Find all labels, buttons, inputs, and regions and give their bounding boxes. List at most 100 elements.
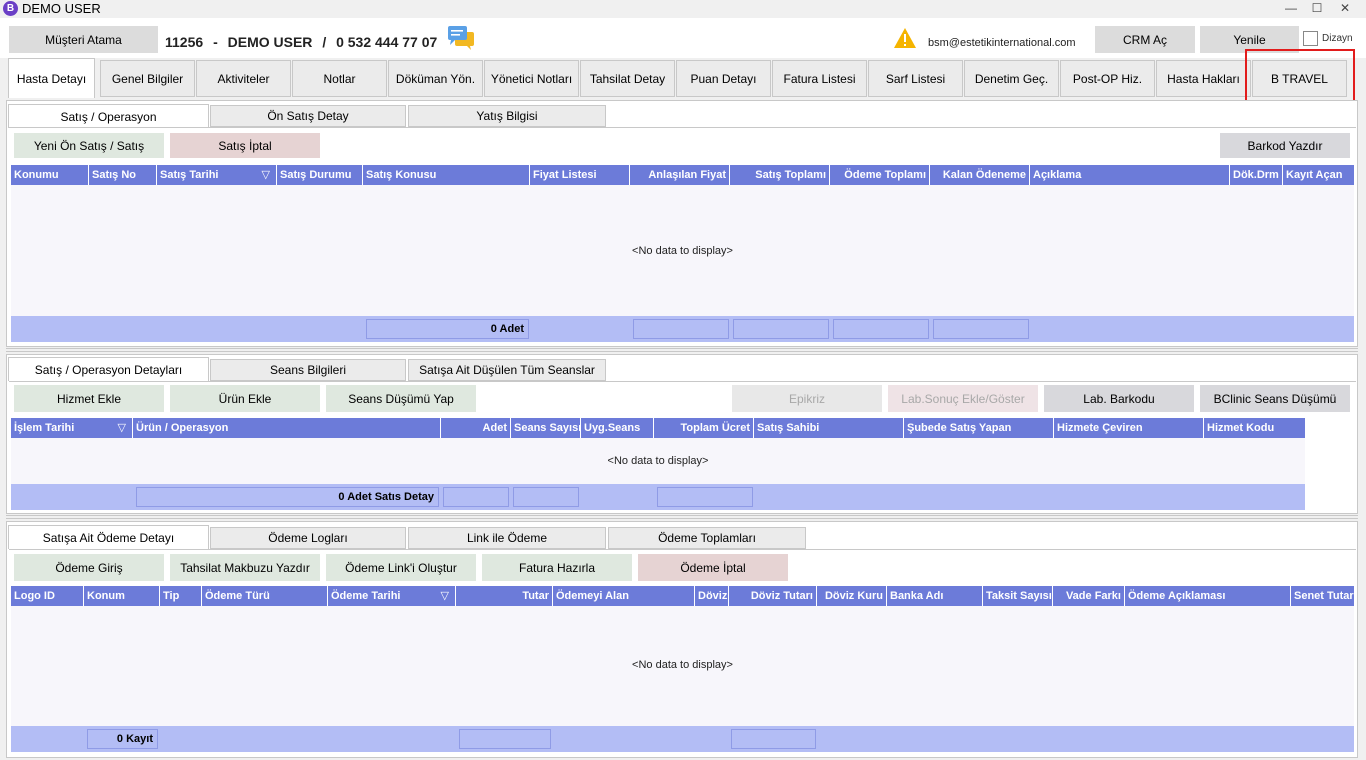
column-header[interactable]: Satış Toplamı bbox=[730, 165, 830, 185]
print-barcode-button[interactable]: Barkod Yazdır bbox=[1220, 133, 1350, 158]
column-header[interactable]: Senet Tutar bbox=[1291, 586, 1354, 606]
column-header[interactable]: Döviz Tutarı bbox=[729, 586, 817, 606]
design-checkbox[interactable] bbox=[1303, 31, 1318, 46]
column-header[interactable]: Fiyat Listesi bbox=[530, 165, 630, 185]
column-header[interactable]: Hizmet Kodu bbox=[1204, 418, 1305, 438]
payment-entry-button[interactable]: Ödeme Giriş bbox=[14, 554, 164, 581]
tab-hasta-haklari[interactable]: Hasta Hakları bbox=[1156, 60, 1251, 97]
column-header[interactable]: Toplam Ücret bbox=[654, 418, 754, 438]
warning-icon[interactable] bbox=[893, 27, 917, 49]
sort-icon[interactable]: ▽ bbox=[441, 586, 449, 606]
column-header[interactable]: Hizmete Çeviren bbox=[1054, 418, 1204, 438]
column-header[interactable]: Anlaşılan Fiyat bbox=[630, 165, 730, 185]
sort-icon[interactable]: ▽ bbox=[118, 418, 126, 438]
splitter[interactable] bbox=[6, 348, 1358, 352]
column-header[interactable]: Tip bbox=[160, 586, 202, 606]
column-header[interactable]: Adet bbox=[441, 418, 511, 438]
maximize-button[interactable]: ☐ bbox=[1302, 0, 1332, 18]
title-bar: B DEMO USER — ☐ ✕ bbox=[0, 0, 1366, 18]
crm-open-button[interactable]: CRM Aç bbox=[1095, 26, 1195, 53]
column-header[interactable]: Banka Adı bbox=[887, 586, 983, 606]
cancel-sale-button[interactable]: Satış İptal bbox=[170, 133, 320, 158]
column-header[interactable]: Dök.Drm bbox=[1230, 165, 1283, 185]
column-header[interactable]: Uyg.Seans bbox=[581, 418, 654, 438]
tab-fatura-listesi[interactable]: Fatura Listesi bbox=[772, 60, 867, 97]
chat-bubble-icon[interactable] bbox=[447, 25, 475, 51]
column-header[interactable]: Açıklama bbox=[1030, 165, 1230, 185]
tab-hasta-detayi[interactable]: Hasta Detayı bbox=[8, 58, 95, 98]
column-header[interactable]: Ödemeyi Alan bbox=[553, 586, 695, 606]
column-header[interactable]: Satış Durumu bbox=[277, 165, 363, 185]
column-header[interactable]: Seans Sayısı bbox=[511, 418, 581, 438]
lab-result-button[interactable]: Lab.Sonuç Ekle/Göster bbox=[888, 385, 1038, 412]
tab-denetim[interactable]: Denetim Geç. bbox=[964, 60, 1059, 97]
column-header[interactable]: Taksit Sayısı bbox=[983, 586, 1053, 606]
prepare-invoice-button[interactable]: Fatura Hazırla bbox=[482, 554, 632, 581]
footer-cell bbox=[733, 319, 829, 339]
tab-sarf-listesi[interactable]: Sarf Listesi bbox=[868, 60, 963, 97]
column-header[interactable]: Konumu bbox=[11, 165, 89, 185]
column-header[interactable]: Tutar bbox=[456, 586, 553, 606]
empty-message: <No data to display> bbox=[607, 455, 709, 467]
column-header[interactable]: İşlem Tarihi ▽ bbox=[11, 418, 133, 438]
column-header[interactable]: Ödeme Açıklaması bbox=[1125, 586, 1291, 606]
tab-yatis-bilgisi[interactable]: Yatış Bilgisi bbox=[408, 105, 606, 127]
tab-odeme-toplamlari[interactable]: Ödeme Toplamları bbox=[608, 527, 806, 549]
tab-satis-operasyon[interactable]: Satış / Operasyon bbox=[8, 104, 209, 128]
column-header[interactable]: Satış Sahibi bbox=[754, 418, 904, 438]
bclinic-session-button[interactable]: BClinic Seans Düşümü bbox=[1200, 385, 1350, 412]
tab-genel-bilgiler[interactable]: Genel Bilgiler bbox=[100, 60, 195, 97]
tab-on-satis-detay[interactable]: Ön Satış Detay bbox=[210, 105, 406, 127]
new-sale-button[interactable]: Yeni Ön Satış / Satış bbox=[14, 133, 164, 158]
column-header[interactable]: Vade Farkı bbox=[1053, 586, 1125, 606]
column-header[interactable]: Döviz bbox=[695, 586, 729, 606]
sales-grid-footer: 0 Adet bbox=[11, 316, 1354, 342]
tab-dusulen-seanslar[interactable]: Satışa Ait Düşülen Tüm Seanslar bbox=[408, 359, 606, 381]
cancel-payment-button[interactable]: Ödeme İptal bbox=[638, 554, 788, 581]
column-header[interactable]: Satış Tarihi ▽ bbox=[157, 165, 277, 185]
column-header[interactable]: Ödeme Türü bbox=[202, 586, 328, 606]
column-header[interactable]: Ödeme Toplamı bbox=[830, 165, 930, 185]
sales-grid-body[interactable]: <No data to display> bbox=[11, 185, 1354, 316]
tab-odeme-detayi[interactable]: Satışa Ait Ödeme Detayı bbox=[8, 525, 209, 549]
column-header[interactable]: Logo ID bbox=[11, 586, 84, 606]
epicrisis-button[interactable]: Epikriz bbox=[732, 385, 882, 412]
tab-aktiviteler[interactable]: Aktiviteler bbox=[196, 60, 291, 97]
add-service-button[interactable]: Hizmet Ekle bbox=[14, 385, 164, 412]
add-product-button[interactable]: Ürün Ekle bbox=[170, 385, 320, 412]
details-grid-body[interactable]: <No data to display> bbox=[11, 438, 1305, 484]
tab-yonetici-notlari[interactable]: Yönetici Notları bbox=[484, 60, 579, 97]
customer-assign-button[interactable]: Müşteri Atama bbox=[9, 26, 158, 53]
tab-tahsilat-detay[interactable]: Tahsilat Detay bbox=[580, 60, 675, 97]
splitter[interactable] bbox=[6, 515, 1358, 519]
payments-grid-body[interactable]: <No data to display> bbox=[11, 606, 1354, 726]
column-header[interactable]: Ödeme Tarihi ▽ bbox=[328, 586, 456, 606]
tab-puan-detayi[interactable]: Puan Detayı bbox=[676, 60, 771, 97]
column-header[interactable]: Ürün / Operasyon bbox=[133, 418, 441, 438]
footer-count: 0 Adet Satıs Detay bbox=[136, 487, 439, 507]
column-header[interactable]: Kayıt Açan bbox=[1283, 165, 1354, 185]
create-payment-link-button[interactable]: Ödeme Link'i Oluştur bbox=[326, 554, 476, 581]
design-label: Dizayn bbox=[1322, 33, 1353, 44]
column-header[interactable]: Satış No bbox=[89, 165, 157, 185]
session-deduct-button[interactable]: Seans Düşümü Yap bbox=[326, 385, 476, 412]
details-grid-header: İşlem Tarihi ▽ Ürün / Operasyon Adet Sean… bbox=[11, 418, 1305, 438]
payments-grid-footer: 0 Kayıt bbox=[11, 726, 1354, 752]
tab-link-ile-odeme[interactable]: Link ile Ödeme bbox=[408, 527, 606, 549]
column-header[interactable]: Kalan Ödeneme bbox=[930, 165, 1030, 185]
tab-odeme-loglari[interactable]: Ödeme Logları bbox=[210, 527, 406, 549]
close-button[interactable]: ✕ bbox=[1330, 0, 1360, 18]
column-header[interactable]: Satış Konusu bbox=[363, 165, 530, 185]
tab-dokuman[interactable]: Döküman Yön. bbox=[388, 60, 483, 97]
column-header[interactable]: Konum bbox=[84, 586, 160, 606]
lab-barcode-button[interactable]: Lab. Barkodu bbox=[1044, 385, 1194, 412]
tab-notlar[interactable]: Notlar bbox=[292, 60, 387, 97]
tab-satis-op-detaylari[interactable]: Satış / Operasyon Detayları bbox=[8, 357, 209, 381]
tab-seans-bilgileri[interactable]: Seans Bilgileri bbox=[210, 359, 406, 381]
sort-icon[interactable]: ▽ bbox=[262, 165, 270, 185]
print-receipt-button[interactable]: Tahsilat Makbuzu Yazdır bbox=[170, 554, 320, 581]
main-tab-strip: Hasta Detayı Genel Bilgiler Aktiviteler … bbox=[8, 58, 1358, 98]
column-header[interactable]: Şubede Satış Yapan bbox=[904, 418, 1054, 438]
tab-post-op[interactable]: Post-OP Hiz. bbox=[1060, 60, 1155, 97]
column-header[interactable]: Döviz Kuru bbox=[817, 586, 887, 606]
